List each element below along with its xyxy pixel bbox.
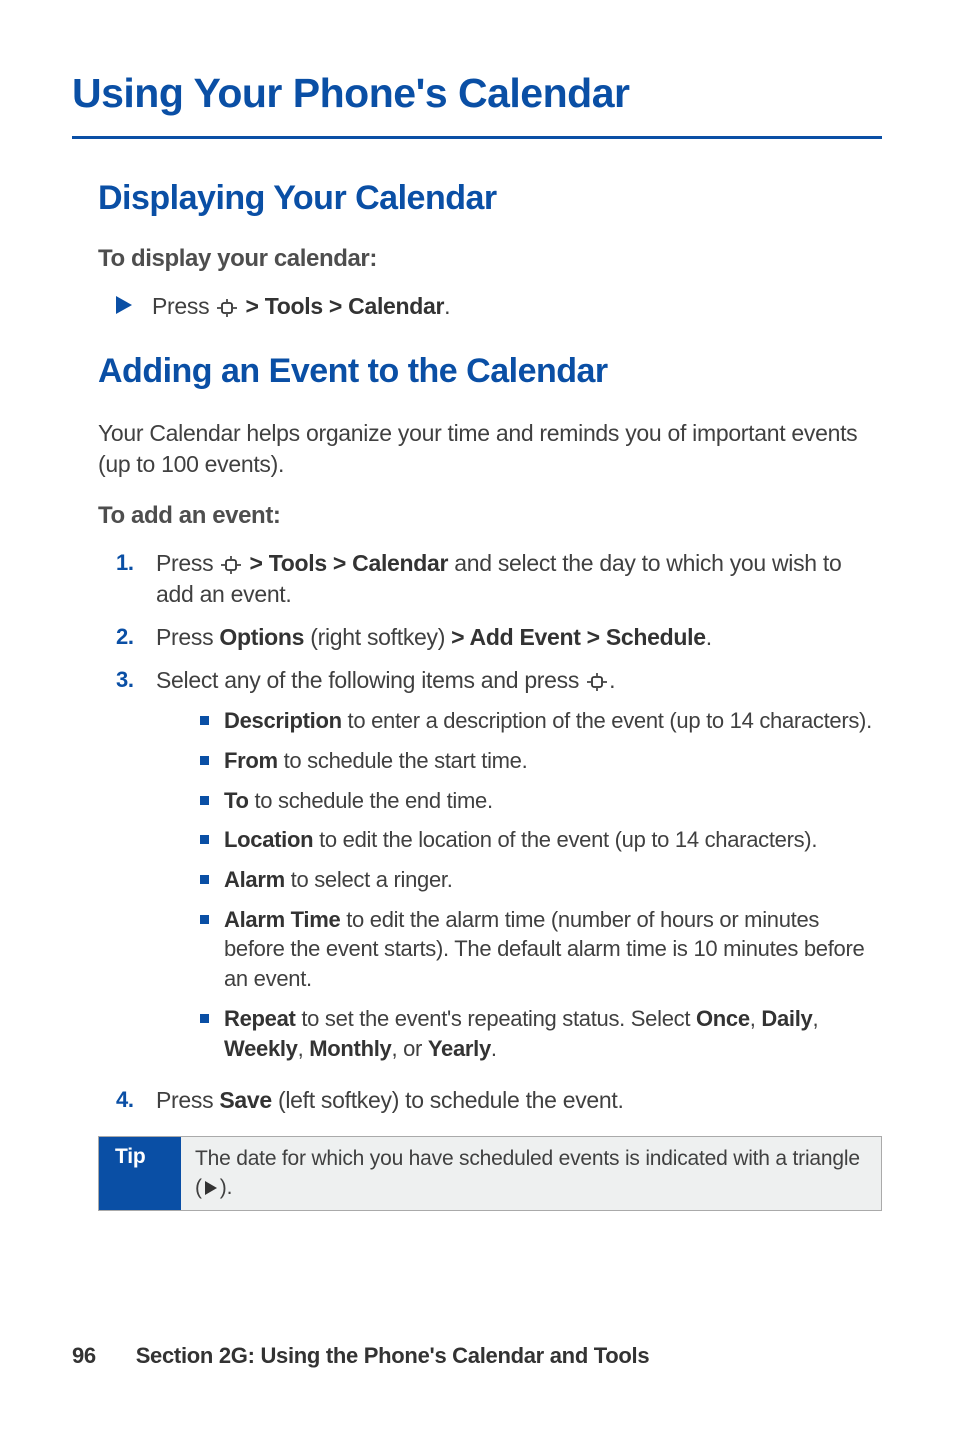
list-item: Repeat to set the event's repeating stat… [200,1004,882,1063]
list-item: Location to edit the location of the eve… [200,825,882,855]
subheading-to-display: To display your calendar: [98,245,882,273]
section-displaying-calendar: Displaying Your Calendar To display your… [72,179,882,322]
text-press: Press [152,293,215,319]
list-item: Alarm Time to edit the alarm time (numbe… [200,905,882,994]
section-adding-event: Adding an Event to the Calendar Your Cal… [72,352,882,1211]
step-content: Press > Tools > Calendar and select the … [156,548,882,610]
center-key-icon [217,299,237,317]
page-title: Using Your Phone's Calendar [72,70,882,139]
intro-text: Your Calendar helps organize your time a… [98,418,882,480]
heading-displaying-calendar: Displaying Your Calendar [98,179,882,218]
nav-path: > Tools > Calendar [245,293,444,319]
center-key-icon [221,556,241,574]
step-number: 3. [116,665,156,695]
sub-items: Description to enter a description of th… [156,706,882,1063]
list-item: To to schedule the end time. [200,786,882,816]
tip-content: The date for which you have scheduled ev… [181,1137,881,1210]
footer-section: Section 2G: Using the Phone's Calendar a… [136,1343,650,1368]
heading-adding-event: Adding an Event to the Calendar [98,352,882,391]
step-number: 2. [116,622,156,652]
list-item: Alarm to select a ringer. [200,865,882,895]
page-footer: 96 Section 2G: Using the Phone's Calenda… [72,1343,649,1369]
list-item: 1. Press > Tools > Calendar and select t… [116,548,882,610]
step-text: Press > Tools > Calendar. [152,291,450,322]
tip-label: Tip [99,1137,181,1210]
center-key-icon [587,673,607,691]
step-content: Select any of the following items and pr… [156,665,882,1073]
right-arrow-icon [116,296,132,314]
right-triangle-icon [205,1181,217,1195]
list-item: 2. Press Options (right softkey) > Add E… [116,622,882,653]
list-item: Description to enter a description of th… [200,706,882,736]
step-content: Press Options (right softkey) > Add Even… [156,622,882,653]
step-content: Press Save (left softkey) to schedule th… [156,1085,882,1116]
list-item: 3. Select any of the following items and… [116,665,882,1073]
document-page: Using Your Phone's Calendar Displaying Y… [0,0,954,1431]
page-number: 96 [72,1343,96,1368]
period: . [444,293,450,319]
subheading-to-add: To add an event: [98,502,882,530]
tip-box: Tip The date for which you have schedule… [98,1136,882,1211]
step-display-calendar: Press > Tools > Calendar. [98,291,882,322]
list-item: 4. Press Save (left softkey) to schedule… [116,1085,882,1116]
numbered-steps: 1. Press > Tools > Calendar and select t… [98,548,882,1116]
step-number: 1. [116,548,156,578]
list-item: From to schedule the start time. [200,746,882,776]
step-number: 4. [116,1085,156,1115]
